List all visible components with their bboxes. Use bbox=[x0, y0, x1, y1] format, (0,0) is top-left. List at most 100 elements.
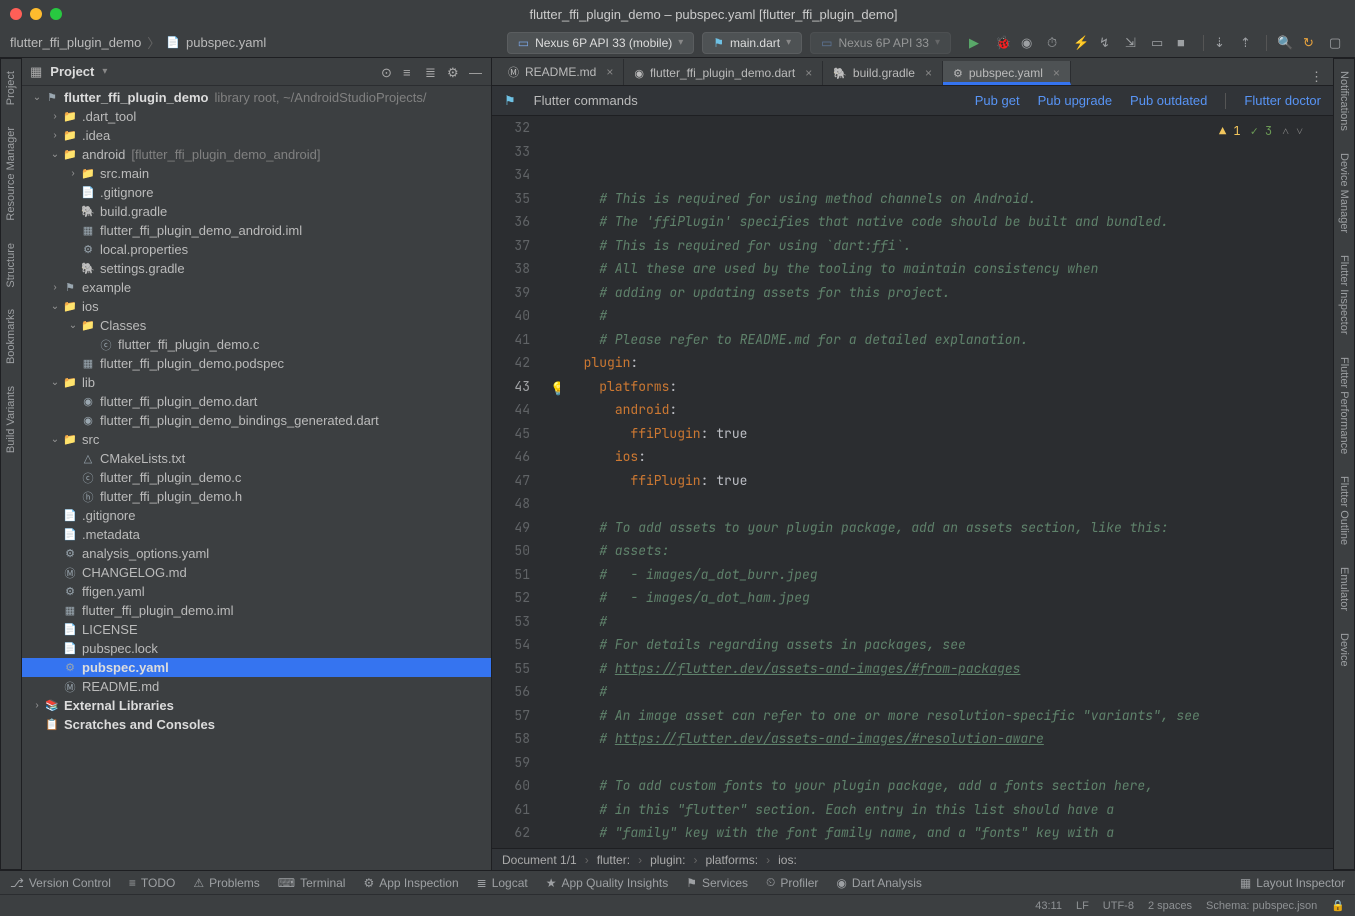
attach-icon[interactable]: ⇲ bbox=[1125, 35, 1141, 51]
status-segment[interactable]: LF bbox=[1076, 900, 1089, 912]
inspection-widget[interactable]: ▲ 1 ✓ 3 ˄ ˅ bbox=[1219, 120, 1303, 144]
tree-node[interactable]: ⌄⚑flutter_ffi_plugin_demolibrary root, ~… bbox=[22, 88, 491, 107]
hot-reload-icon[interactable]: ⚡ bbox=[1073, 35, 1089, 51]
tree-node[interactable]: ⓒflutter_ffi_plugin_demo.c bbox=[22, 335, 491, 354]
code-editor[interactable]: 3233343536373839404142434445464748495051… bbox=[492, 116, 1333, 848]
tree-node[interactable]: ⓂREADME.md bbox=[22, 677, 491, 696]
status-segment[interactable]: 43:11 bbox=[1035, 900, 1062, 912]
tree-node[interactable]: 📄.gitignore bbox=[22, 506, 491, 525]
close-tab-icon[interactable]: × bbox=[925, 66, 932, 80]
bottom-tool-tab[interactable]: ⎇Version Control bbox=[10, 876, 111, 890]
status-segment[interactable]: UTF-8 bbox=[1103, 900, 1134, 912]
search-icon[interactable]: 🔍 bbox=[1277, 35, 1293, 51]
bottom-tool-tab[interactable]: ★App Quality Insights bbox=[546, 876, 669, 890]
run-config-dropdown[interactable]: ⚑main.dart▾ bbox=[702, 32, 802, 54]
flutter-link[interactable]: Flutter doctor bbox=[1244, 93, 1321, 108]
status-segment[interactable]: Schema: pubspec.json bbox=[1206, 900, 1317, 912]
tree-node[interactable]: ›📁.dart_tool bbox=[22, 107, 491, 126]
tree-node[interactable]: ›📚External Libraries bbox=[22, 696, 491, 715]
tree-node[interactable]: ⚙pubspec.yaml bbox=[22, 658, 491, 677]
bottom-tool-tab[interactable]: ≣Logcat bbox=[477, 876, 528, 890]
editor-breadcrumb[interactable]: Document 1/1›flutter:›plugin:›platforms:… bbox=[492, 848, 1333, 870]
toolwindow-tab[interactable]: Resource Manager bbox=[5, 121, 17, 227]
editor-breadcrumb-segment[interactable]: Document 1/1 bbox=[502, 853, 577, 867]
toolwindow-tab[interactable]: Emulator bbox=[1338, 561, 1350, 617]
bottom-tool-tab[interactable]: ◉Dart Analysis bbox=[836, 876, 922, 890]
flutter-link[interactable]: Pub get bbox=[975, 93, 1020, 108]
editor-tab[interactable]: 🐘build.gradle× bbox=[823, 61, 943, 85]
project-tree[interactable]: ⌄⚑flutter_ffi_plugin_demolibrary root, ~… bbox=[22, 86, 491, 870]
line-number-gutter[interactable]: 3233343536373839404142434445464748495051… bbox=[492, 116, 548, 848]
maximize-window-icon[interactable] bbox=[50, 8, 62, 20]
tree-node[interactable]: 🐘settings.gradle bbox=[22, 259, 491, 278]
avatar-icon[interactable]: ▢ bbox=[1329, 35, 1345, 51]
git-push-icon[interactable]: ⇡ bbox=[1240, 35, 1256, 51]
tree-node[interactable]: ⌄📁src bbox=[22, 430, 491, 449]
toolwindow-tab[interactable]: Structure bbox=[5, 237, 17, 294]
editor-breadcrumb-segment[interactable]: ios: bbox=[778, 853, 797, 867]
editor-breadcrumb-segment[interactable]: platforms: bbox=[705, 853, 758, 867]
tree-node[interactable]: ⓗflutter_ffi_plugin_demo.h bbox=[22, 487, 491, 506]
settings-icon[interactable]: ⚙ bbox=[447, 65, 461, 79]
bottom-tool-tab[interactable]: ⌨Terminal bbox=[278, 876, 346, 890]
tree-node[interactable]: ›⚑example bbox=[22, 278, 491, 297]
tree-node[interactable]: 📋Scratches and Consoles bbox=[22, 715, 491, 734]
tree-node[interactable]: ⓒflutter_ffi_plugin_demo.c bbox=[22, 468, 491, 487]
tree-node[interactable]: ▦flutter_ffi_plugin_demo.podspec bbox=[22, 354, 491, 373]
tree-node[interactable]: ◉flutter_ffi_plugin_demo.dart bbox=[22, 392, 491, 411]
tree-node[interactable]: ⓂCHANGELOG.md bbox=[22, 563, 491, 582]
editor-breadcrumb-segment[interactable]: flutter: bbox=[597, 853, 630, 867]
tree-node[interactable]: ▦flutter_ffi_plugin_demo_android.iml bbox=[22, 221, 491, 240]
run-config-dropdown[interactable]: ▭Nexus 6P API 33 (mobile)▾ bbox=[507, 32, 695, 54]
breadcrumb[interactable]: flutter_ffi_plugin_demo〉📄 pubspec.yaml bbox=[10, 33, 266, 52]
tree-node[interactable]: ⌄📁android[flutter_ffi_plugin_demo_androi… bbox=[22, 145, 491, 164]
tree-node[interactable]: ▦flutter_ffi_plugin_demo.iml bbox=[22, 601, 491, 620]
bottom-tool-tab[interactable]: ⏲Profiler bbox=[766, 875, 818, 890]
flash-icon[interactable]: ↯ bbox=[1099, 35, 1115, 51]
breadcrumb-segment[interactable]: flutter_ffi_plugin_demo bbox=[10, 35, 141, 50]
sync-icon[interactable]: ↻ bbox=[1303, 35, 1319, 51]
bottom-tool-tab[interactable]: ⚠Problems bbox=[193, 876, 259, 890]
tree-node[interactable]: ›📁src.main bbox=[22, 164, 491, 183]
bottom-tool-tab[interactable]: ⚙App Inspection bbox=[363, 876, 458, 890]
flutter-link[interactable]: Pub upgrade bbox=[1038, 93, 1112, 108]
tree-node[interactable]: ⌄📁lib bbox=[22, 373, 491, 392]
editor-tab[interactable]: ⓂREADME.md× bbox=[498, 59, 624, 85]
run-icon[interactable]: ▶ bbox=[969, 35, 985, 51]
device-icon[interactable]: ▭ bbox=[1151, 35, 1167, 51]
select-open-file-icon[interactable]: ⊙ bbox=[381, 65, 395, 79]
profile-icon[interactable]: ⏱ bbox=[1047, 35, 1063, 51]
tree-node[interactable]: ⚙ffigen.yaml bbox=[22, 582, 491, 601]
collapse-all-icon[interactable]: ≣ bbox=[425, 65, 439, 79]
tree-node[interactable]: 📄LICENSE bbox=[22, 620, 491, 639]
stop-icon[interactable]: ■ bbox=[1177, 35, 1193, 51]
toolwindow-tab[interactable]: Build Variants bbox=[5, 380, 17, 459]
toolwindow-tab[interactable]: Project bbox=[5, 65, 17, 111]
tree-node[interactable]: 📄.gitignore bbox=[22, 183, 491, 202]
tree-node[interactable]: △CMakeLists.txt bbox=[22, 449, 491, 468]
run-config-dropdown[interactable]: ▭Nexus 6P API 33▾ bbox=[810, 32, 951, 54]
minimize-window-icon[interactable] bbox=[30, 8, 42, 20]
toolwindow-tab[interactable]: Bookmarks bbox=[5, 303, 17, 370]
editor-breadcrumb-segment[interactable]: plugin: bbox=[650, 853, 685, 867]
tree-node[interactable]: ⚙analysis_options.yaml bbox=[22, 544, 491, 563]
breadcrumb-segment[interactable]: pubspec.yaml bbox=[186, 35, 266, 50]
flutter-link[interactable]: Pub outdated bbox=[1130, 93, 1207, 108]
expand-all-icon[interactable]: ≡ bbox=[403, 65, 417, 79]
tree-node[interactable]: ◉flutter_ffi_plugin_demo_bindings_genera… bbox=[22, 411, 491, 430]
toolwindow-tab[interactable]: Flutter Inspector bbox=[1338, 249, 1350, 340]
project-selector[interactable]: Project bbox=[50, 64, 94, 79]
tree-node[interactable]: ⌄📁Classes bbox=[22, 316, 491, 335]
close-window-icon[interactable] bbox=[10, 8, 22, 20]
bottom-tool-tab[interactable]: ⚑Services bbox=[686, 876, 748, 890]
tree-node[interactable]: 📄.metadata bbox=[22, 525, 491, 544]
close-tab-icon[interactable]: × bbox=[1053, 66, 1060, 80]
lock-icon[interactable]: 🔒 bbox=[1331, 899, 1345, 912]
bottom-tool-tab[interactable]: ▦Layout Inspector bbox=[1240, 876, 1345, 890]
coverage-icon[interactable]: ◉ bbox=[1021, 35, 1037, 51]
toolwindow-tab[interactable]: Notifications bbox=[1338, 65, 1350, 137]
tab-more-icon[interactable]: ⋮ bbox=[1300, 69, 1333, 85]
tree-node[interactable]: 🐘build.gradle bbox=[22, 202, 491, 221]
hide-panel-icon[interactable]: — bbox=[469, 65, 483, 79]
close-tab-icon[interactable]: × bbox=[805, 66, 812, 80]
